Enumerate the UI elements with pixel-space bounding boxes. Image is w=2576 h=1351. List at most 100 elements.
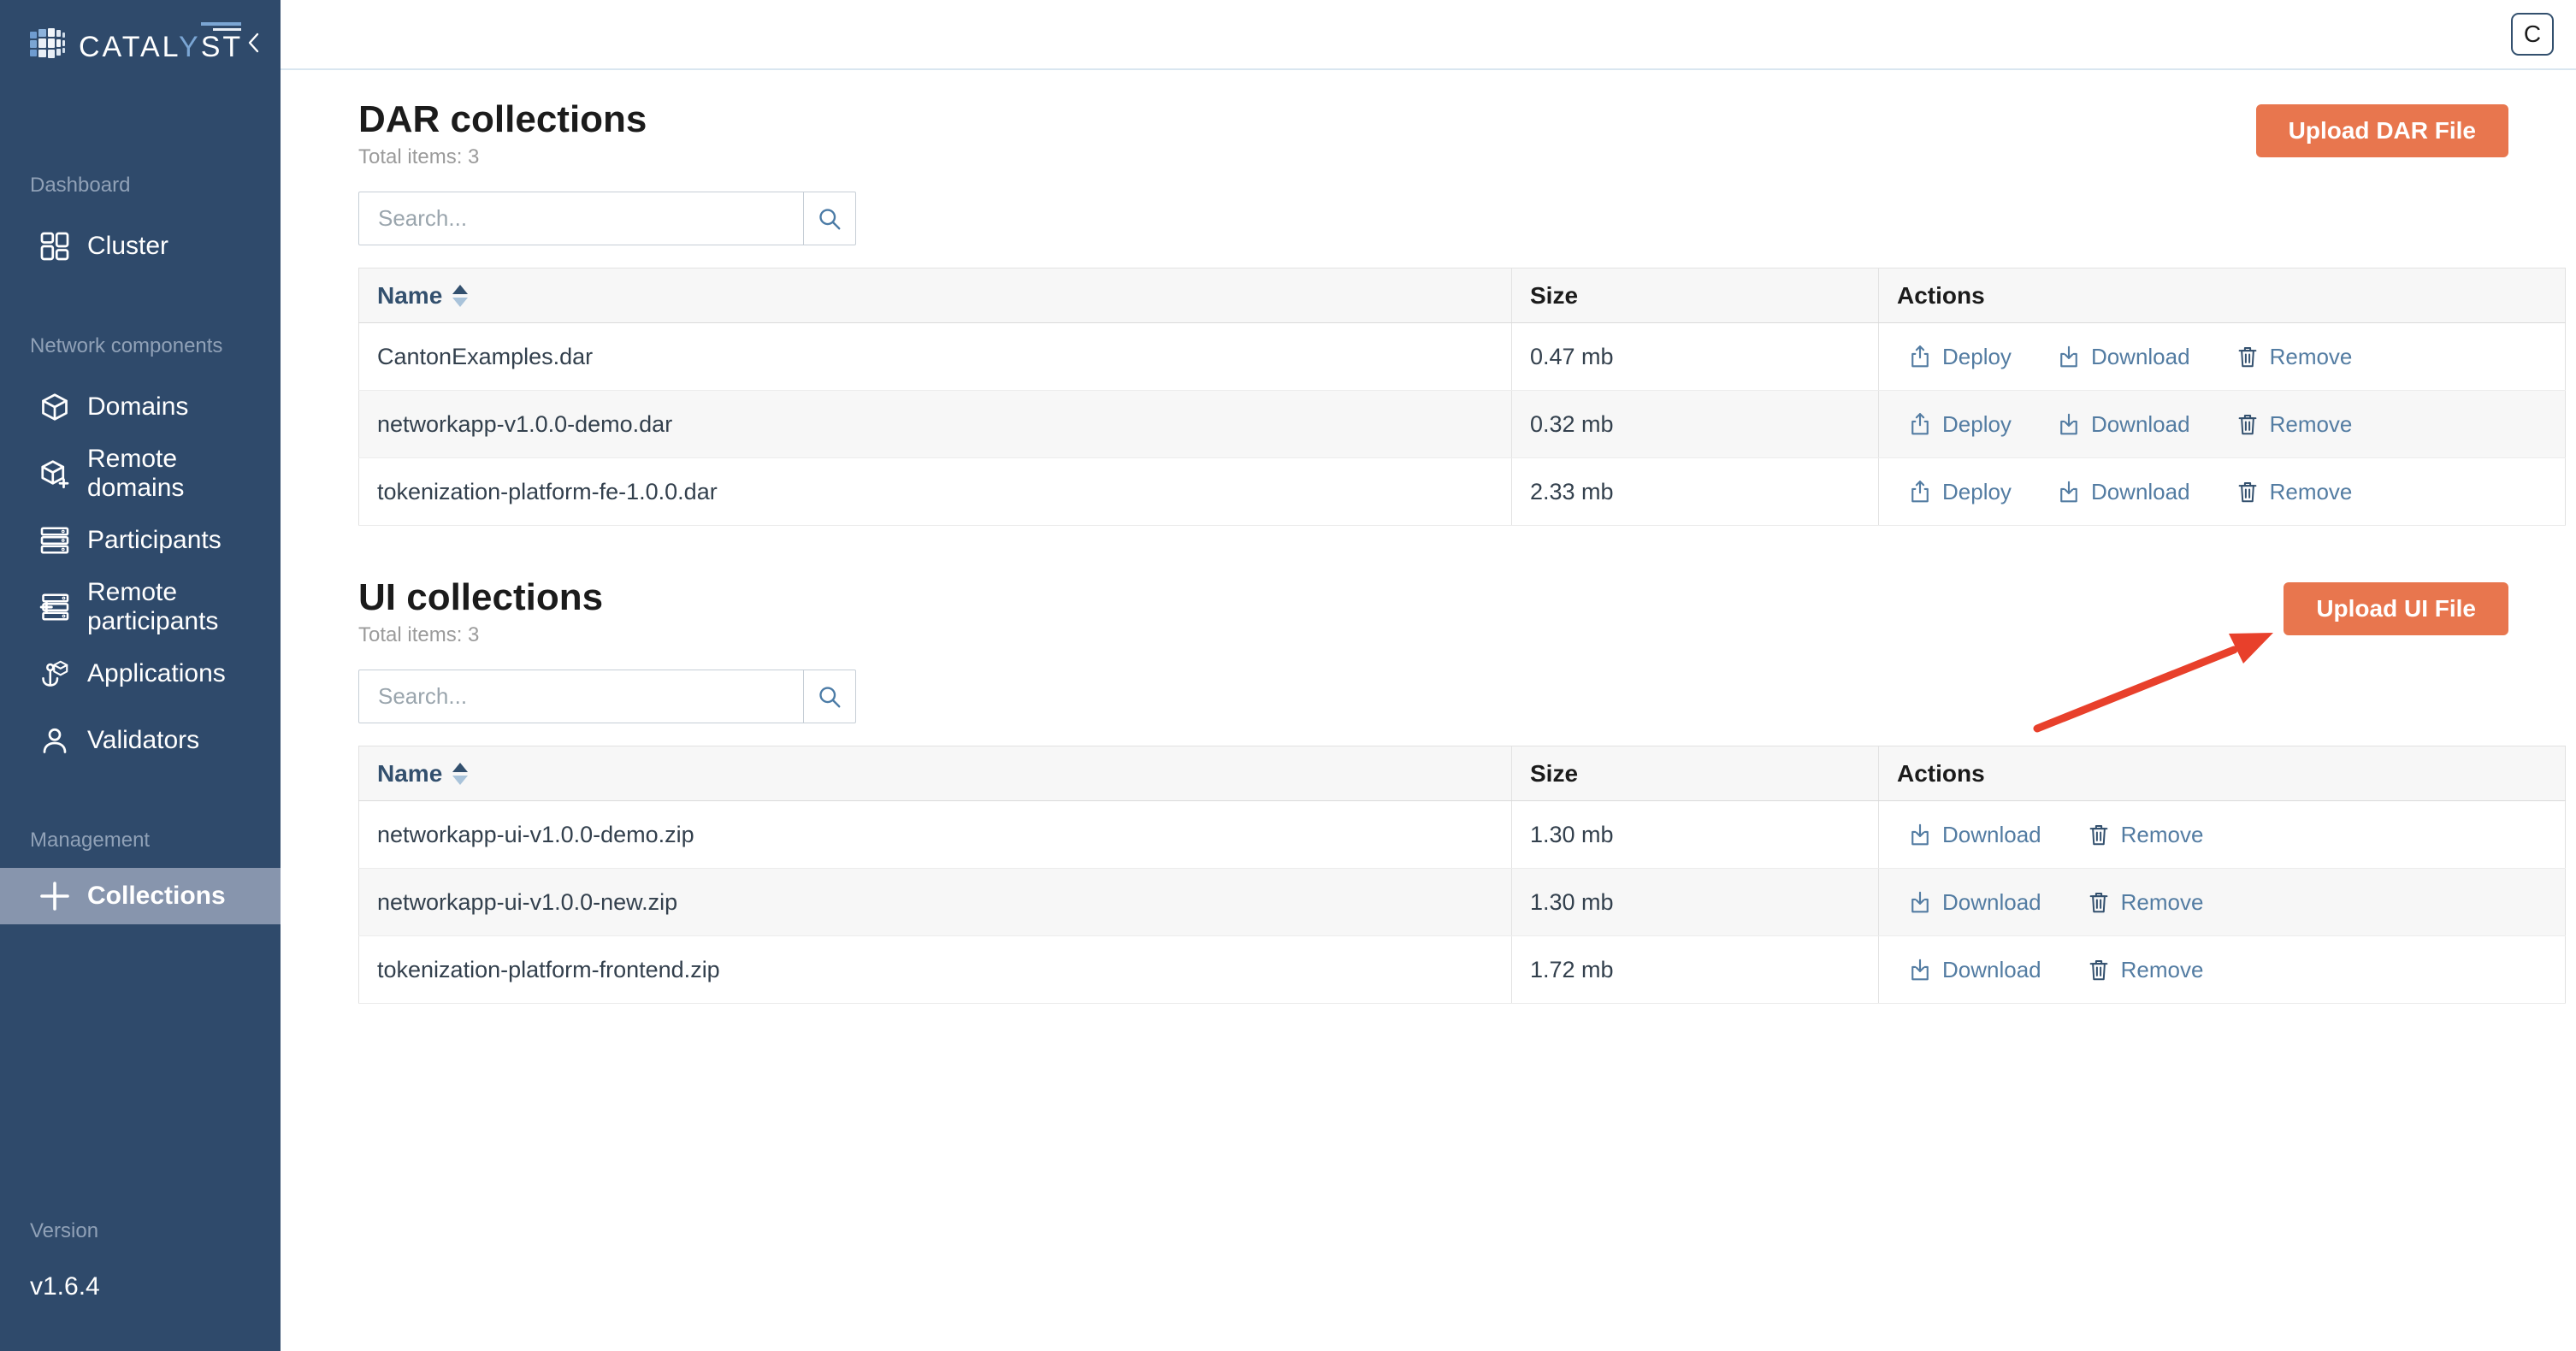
version-label: Version xyxy=(30,1219,100,1243)
trash-icon xyxy=(2086,822,2112,847)
server-plus-icon xyxy=(39,592,70,622)
table-header-row: Name Size Actions xyxy=(359,746,2566,801)
file-size-cell: 2.33 mb xyxy=(1512,458,1879,526)
logo-prefix: CATAL xyxy=(79,31,179,63)
sidebar-item-label: Remote domains xyxy=(87,445,281,503)
download-link[interactable]: Download xyxy=(2056,344,2190,370)
sidebar-item-remote-participants[interactable]: Remote participants xyxy=(0,574,281,640)
column-header-actions: Actions xyxy=(1879,746,2566,801)
actions-cell: Deploy Download Remove xyxy=(1879,391,2566,458)
download-link[interactable]: Download xyxy=(1907,957,2041,983)
deploy-link[interactable]: Deploy xyxy=(1907,411,2012,438)
download-icon xyxy=(1907,889,1933,915)
download-link[interactable]: Download xyxy=(1907,822,2041,848)
actions-cell: Download Remove xyxy=(1879,801,2566,869)
trash-icon xyxy=(2086,889,2112,915)
download-icon xyxy=(2056,411,2082,437)
sidebar-item-applications[interactable]: Applications xyxy=(0,640,281,707)
actions-cell: Download Remove xyxy=(1879,936,2566,1004)
file-size-cell: 1.30 mb xyxy=(1512,801,1879,869)
sidebar-item-cluster[interactable]: Cluster xyxy=(0,213,281,280)
ui-section-title: UI collections xyxy=(358,577,2508,618)
table-row: networkapp-ui-v1.0.0-demo.zip1.30 mbDown… xyxy=(359,801,2566,869)
dar-collections-section: DAR collections Total items: 3 Upload DA… xyxy=(358,99,2508,526)
remove-link[interactable]: Remove xyxy=(2235,344,2353,370)
column-header-name[interactable]: Name xyxy=(359,746,1512,801)
logo-row: CATALYST xyxy=(0,0,281,86)
deploy-link[interactable]: Deploy xyxy=(1907,344,2012,370)
remove-label: Remove xyxy=(2121,957,2204,983)
table-row: CantonExamples.dar0.47 mbDeployDownloadR… xyxy=(359,323,2566,391)
nav-section-label-network-components: Network components xyxy=(30,334,281,358)
sidebar-item-collections[interactable]: Collections xyxy=(0,868,281,924)
column-header-name[interactable]: Name xyxy=(359,268,1512,323)
remove-label: Remove xyxy=(2270,479,2353,505)
sidebar-item-domains[interactable]: Domains xyxy=(0,374,281,440)
remove-link[interactable]: Remove xyxy=(2086,889,2204,916)
actions-cell: Deploy Download Remove xyxy=(1879,323,2566,391)
deploy-icon xyxy=(1907,479,1933,504)
ui-total-items: Total items: 3 xyxy=(358,623,2508,647)
logo-accent: Y xyxy=(179,31,201,63)
remove-link[interactable]: Remove xyxy=(2235,411,2353,438)
table-row: networkapp-ui-v1.0.0-new.zip1.30 mbDownl… xyxy=(359,869,2566,936)
sidebar-item-label: Participants xyxy=(87,526,222,555)
download-label: Download xyxy=(1942,957,2041,983)
dar-search-input[interactable] xyxy=(359,192,803,245)
file-size-cell: 0.32 mb xyxy=(1512,391,1879,458)
deploy-icon xyxy=(1907,344,1933,369)
sidebar-item-label: Remote participants xyxy=(87,578,281,636)
remove-label: Remove xyxy=(2121,889,2204,916)
cluster-grid-icon xyxy=(39,231,70,262)
cube-plus-icon xyxy=(39,458,70,489)
ui-collections-table: Name Size Actions networkapp-ui-v1.0.0-d… xyxy=(358,746,2566,1004)
download-link[interactable]: Download xyxy=(2056,479,2190,505)
ui-collections-section: UI collections Total items: 3 Upload UI … xyxy=(358,577,2508,1004)
deploy-label: Deploy xyxy=(1942,344,2012,370)
deploy-link[interactable]: Deploy xyxy=(1907,479,2012,505)
sidebar-item-participants[interactable]: Participants xyxy=(0,507,281,574)
upload-ui-file-button[interactable]: Upload UI File xyxy=(2284,582,2508,635)
actions-cell: Deploy Download Remove xyxy=(1879,458,2566,526)
download-link[interactable]: Download xyxy=(1907,889,2041,916)
download-link[interactable]: Download xyxy=(2056,411,2190,438)
nav-section-label-management: Management xyxy=(30,829,281,852)
sidebar-item-label: Validators xyxy=(87,726,199,755)
remove-link[interactable]: Remove xyxy=(2235,479,2353,505)
dar-search-box xyxy=(358,192,856,245)
file-name-cell: networkapp-ui-v1.0.0-new.zip xyxy=(359,869,1512,936)
dar-total-items: Total items: 3 xyxy=(358,145,2508,169)
download-icon xyxy=(1907,957,1933,982)
server-stack-icon xyxy=(39,525,70,556)
nav-section-label-dashboard: Dashboard xyxy=(30,174,281,198)
sidebar-item-label: Collections xyxy=(87,882,226,911)
search-icon[interactable] xyxy=(803,192,855,245)
file-size-cell: 1.72 mb xyxy=(1512,936,1879,1004)
download-label: Download xyxy=(2091,411,2190,438)
file-name-cell: tokenization-platform-fe-1.0.0.dar xyxy=(359,458,1512,526)
ui-search-input[interactable] xyxy=(359,670,803,723)
logo-text: CATALYST xyxy=(79,31,243,64)
search-icon[interactable] xyxy=(803,670,855,723)
version-block: Version v1.6.4 xyxy=(30,1219,100,1301)
table-row: tokenization-platform-frontend.zip1.72 m… xyxy=(359,936,2566,1004)
sidebar-collapse-icon[interactable] xyxy=(245,31,265,55)
remove-label: Remove xyxy=(2270,411,2353,438)
sidebar-item-validators[interactable]: Validators xyxy=(0,707,281,774)
remove-label: Remove xyxy=(2270,344,2353,370)
remove-link[interactable]: Remove xyxy=(2086,822,2204,848)
sort-icon[interactable] xyxy=(452,285,468,307)
file-name-cell: CantonExamples.dar xyxy=(359,323,1512,391)
person-icon xyxy=(39,725,70,756)
remove-link[interactable]: Remove xyxy=(2086,957,2204,983)
download-icon xyxy=(2056,344,2082,369)
download-icon xyxy=(1907,822,1933,847)
upload-dar-file-button[interactable]: Upload DAR File xyxy=(2256,104,2508,157)
catalyst-logo-icon xyxy=(29,25,68,67)
sidebar-item-label: Cluster xyxy=(87,232,168,261)
sidebar-item-remote-domains[interactable]: Remote domains xyxy=(0,440,281,507)
deploy-label: Deploy xyxy=(1942,411,2012,438)
sort-icon[interactable] xyxy=(452,763,468,785)
user-avatar-button[interactable]: C xyxy=(2511,13,2554,56)
ui-search-box xyxy=(358,670,856,723)
